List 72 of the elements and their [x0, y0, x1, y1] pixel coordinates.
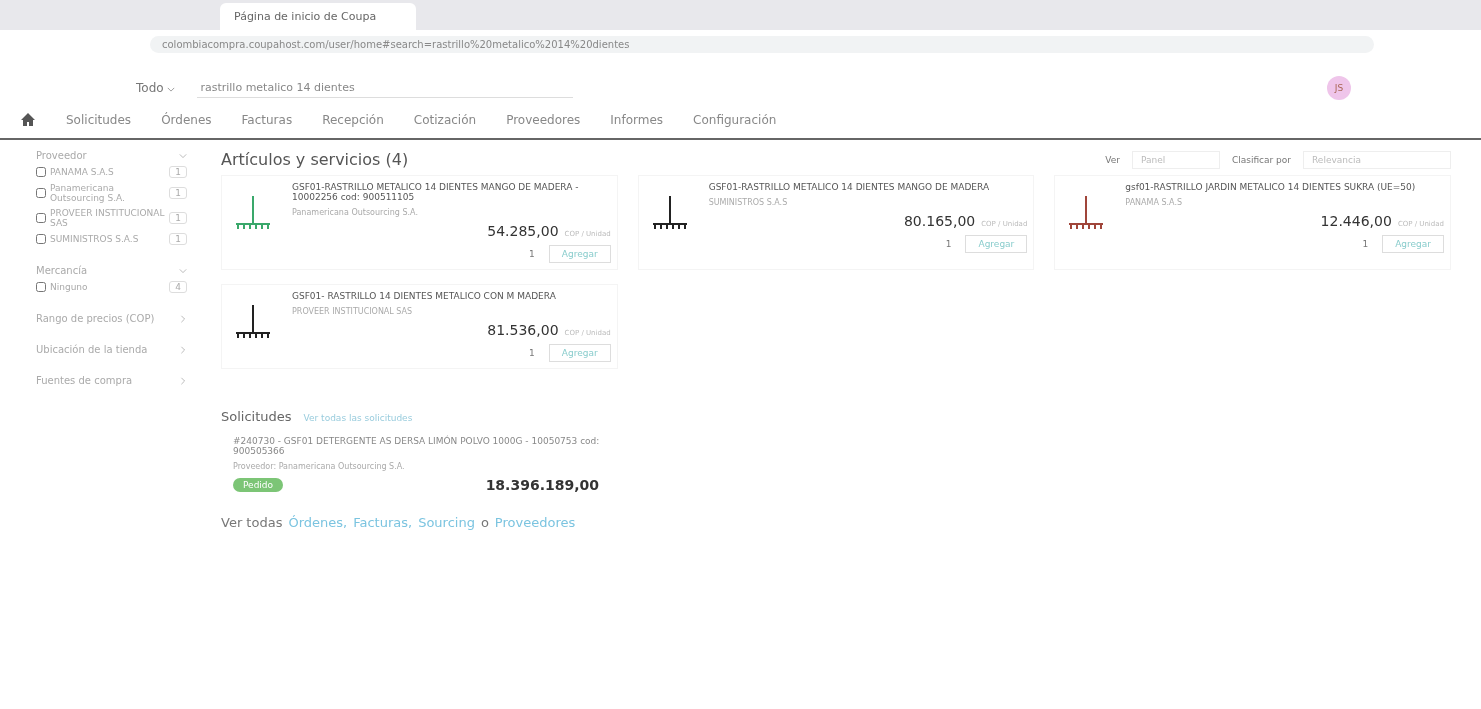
- footer-text: o: [480, 515, 489, 530]
- user-avatar[interactable]: JS: [1327, 76, 1351, 100]
- quantity-field[interactable]: 1: [1362, 239, 1369, 249]
- view-dropdown[interactable]: Panel: [1131, 150, 1220, 169]
- browser-tab[interactable]: Página de inicio de Coupa: [220, 3, 417, 30]
- nav-tab[interactable]: Solicitudes: [66, 113, 132, 127]
- filter-checkbox[interactable]: [36, 282, 46, 292]
- filter-checkbox[interactable]: [36, 234, 46, 244]
- supplier-text: PANAMA S.A.S: [1125, 198, 1184, 207]
- quantity-field[interactable]: 1: [529, 348, 535, 358]
- nav-tab[interactable]: Informes: [610, 113, 664, 127]
- add-button[interactable]: Agregar: [1382, 235, 1444, 253]
- request-title[interactable]: #240730 - GSF01 DETERGENTE AS DERSA LIMÓN POLVO 1000G - 10050753 cod: 900505366: [233, 436, 639, 456]
- comma-text: ,: [408, 515, 413, 530]
- filter-header[interactable]: Fuentes de compra: [36, 375, 133, 386]
- address-bar[interactable]: colombiacompra.coupahost.com/user/home#search=rastrillo%20metalico%2014%20dientes: [150, 35, 1374, 53]
- filter-checkbox[interactable]: [36, 167, 46, 177]
- view-label: Ver: [1105, 154, 1120, 165]
- filter-checkbox[interactable]: [36, 188, 46, 198]
- sort-dropdown[interactable]: Relevancia: [1303, 150, 1451, 169]
- supplier-text: SUMINISTROS S.A.S: [708, 198, 789, 207]
- nav-tab[interactable]: Cotización: [413, 113, 477, 127]
- filter-label: Panamericana Outsourcing S.A.: [50, 183, 126, 203]
- footer-link[interactable]: Facturas: [353, 515, 408, 530]
- product-price: 12.446,00: [1320, 213, 1392, 229]
- product-title[interactable]: GSF01-RASTRILLO METALICO 14 DIENTES MANGO DE MADERA: [708, 182, 1028, 192]
- add-button[interactable]: Agregar: [548, 344, 611, 362]
- filter-header[interactable]: Proveedor: [36, 150, 87, 161]
- add-button[interactable]: Agregar: [548, 245, 611, 263]
- footer-text: Ver todas: [221, 515, 283, 530]
- footer-link[interactable]: Sourcing: [418, 515, 475, 530]
- product-price: 54.285,00: [487, 223, 559, 239]
- footer-link[interactable]: Órdenes: [288, 515, 343, 530]
- filter-count: 1: [169, 233, 187, 245]
- quantity-field[interactable]: 1: [945, 239, 952, 249]
- product-title[interactable]: GSF01-RASTRILLO METALICO 14 DIENTES MANGO DE MADERA - 10002256 cod: 900511105: [292, 182, 611, 202]
- home-icon[interactable]: [20, 112, 36, 128]
- product-title[interactable]: GSF01- RASTRILLO 14 DIENTES METALICO CON M MADERA: [292, 291, 611, 301]
- filter-label: PROVEER INSTITUCIONAL SAS: [50, 208, 166, 228]
- add-button[interactable]: Agregar: [965, 235, 1028, 253]
- filter-checkbox[interactable]: [36, 213, 46, 223]
- product-title[interactable]: gsf01-RASTRILLO JARDIN METALICO 14 DIENTES SUKRA (UE=50): [1125, 182, 1444, 192]
- filter-header[interactable]: Mercancía: [36, 265, 88, 276]
- nav-tab[interactable]: Recepción: [322, 113, 384, 127]
- product-price: 80.165,00: [903, 213, 976, 229]
- nav-tab[interactable]: Órdenes: [161, 113, 212, 127]
- filter-count: 1: [169, 187, 187, 199]
- supplier-text: Panamericana Outsourcing S.A.: [292, 208, 419, 217]
- filter-label: Ninguno: [50, 282, 89, 292]
- results-title: Artículos y servicios (4): [221, 150, 409, 169]
- footer-link[interactable]: Proveedores: [494, 515, 576, 530]
- status-badge: Pedido: [233, 478, 284, 492]
- filter-count: 1: [169, 166, 187, 178]
- request-total: 18.396.189,00: [485, 477, 599, 493]
- supplier-text: PROVEER INSTITUCIONAL SAS: [292, 307, 414, 316]
- filter-count: 4: [169, 281, 187, 293]
- quantity-field[interactable]: 1: [529, 249, 535, 259]
- product-price: 81.536,00: [487, 322, 559, 338]
- caret-icon: [167, 87, 176, 92]
- nav-tab[interactable]: Proveedores: [506, 113, 581, 127]
- scope-dropdown[interactable]: Todo: [130, 80, 182, 96]
- filter-label: PANAMA S.A.S: [50, 167, 115, 177]
- nav-tab[interactable]: Configuración: [693, 113, 777, 127]
- nav-tab[interactable]: Facturas: [241, 113, 293, 127]
- filter-count: 1: [169, 212, 187, 224]
- filter-label: SUMINISTROS S.A.S: [50, 234, 140, 244]
- section-title: Solicitudes: [221, 409, 292, 424]
- sort-label: Clasificar por: [1231, 154, 1291, 165]
- filter-header[interactable]: Rango de precios (COP): [36, 313, 155, 324]
- comma-text: ,: [343, 515, 348, 530]
- request-supplier: Proveedor: Panamericana Outsourcing S.A.: [233, 462, 406, 471]
- filter-header[interactable]: Ubicación de la tienda: [36, 344, 148, 355]
